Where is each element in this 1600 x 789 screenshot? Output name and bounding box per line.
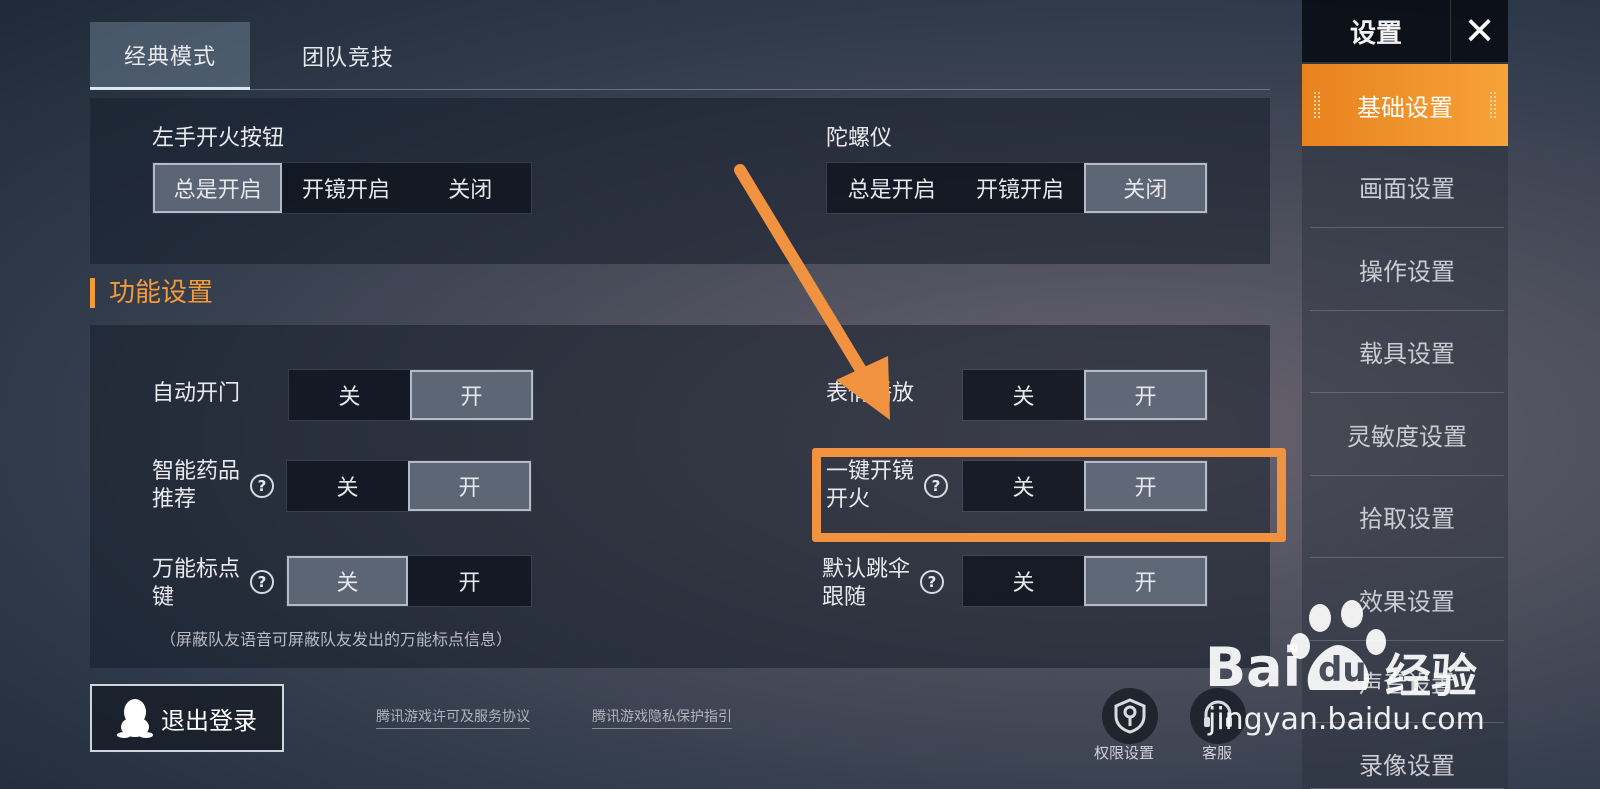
sidebar-item-pickup[interactable]: 拾取设置	[1310, 476, 1504, 558]
watermark-brand: Bai	[1205, 636, 1301, 699]
permissions-button[interactable]	[1102, 688, 1158, 744]
section-title: 功能设置	[90, 278, 213, 308]
close-icon: ✕	[1463, 9, 1496, 53]
logout-button[interactable]: 退出登录	[90, 684, 284, 752]
sidebar-item-controls[interactable]: 操作设置	[1310, 229, 1504, 311]
smart-medicine-label-line1: 智能药品	[152, 459, 241, 484]
sidebar-item-label: 基础设置	[1357, 93, 1453, 122]
follow-parachute-off[interactable]: 关	[963, 556, 1084, 606]
grip-left-icon	[1314, 92, 1320, 118]
auto-door-label: 自动开门	[152, 381, 241, 406]
smart-medicine-label-line2: 推荐	[152, 487, 197, 512]
emote-play-toggle: 关 开	[962, 369, 1208, 421]
universal-mark-off[interactable]: 关	[287, 556, 409, 606]
emote-play-on[interactable]: 开	[1083, 370, 1207, 420]
universal-mark-label-line2: 键	[152, 585, 175, 610]
follow-parachute-label-line2: 跟随	[822, 585, 867, 610]
key-shield-icon	[1114, 698, 1146, 734]
universal-mark-note: （屏蔽队友语音可屏蔽队友发出的万能标点信息）	[160, 630, 513, 649]
watermark-jingyan: 经验	[1385, 649, 1477, 703]
close-button[interactable]: ✕	[1450, 0, 1508, 62]
tab-team-deathmatch[interactable]: 团队竞技	[268, 22, 428, 90]
left-fire-scope-on[interactable]: 开镜开启	[282, 163, 410, 213]
universal-mark-toggle: 关 开	[286, 555, 532, 607]
smart-medicine-on[interactable]: 开	[407, 461, 531, 511]
left-fire-off[interactable]: 关闭	[409, 163, 531, 213]
auto-door-toggle: 关 开	[288, 369, 534, 421]
follow-parachute-help-icon[interactable]: ?	[920, 570, 944, 594]
privacy-guide-link[interactable]: 腾讯游戏隐私保护指引	[592, 706, 732, 729]
support-label: 客服	[1202, 744, 1233, 762]
emote-play-off[interactable]: 关	[963, 370, 1084, 420]
follow-parachute-label-line1: 默认跳伞	[822, 557, 911, 582]
follow-parachute-toggle: 关 开	[962, 555, 1208, 607]
sidebar-item-basic[interactable]: 基础设置	[1302, 64, 1508, 146]
left-fire-label: 左手开火按钮	[152, 126, 285, 151]
settings-title: 设置	[1302, 0, 1450, 62]
watermark-url: jingyan.baidu.com	[1208, 702, 1485, 737]
universal-mark-label-line1: 万能标点	[152, 557, 241, 582]
permissions-label: 权限设置	[1094, 744, 1155, 762]
tab-divider	[90, 89, 1270, 90]
annotation-highlight-box	[812, 448, 1286, 542]
follow-parachute-on[interactable]: 开	[1083, 556, 1207, 606]
annotation-arrow-icon	[734, 164, 890, 420]
smart-medicine-help-icon[interactable]: ?	[250, 474, 274, 498]
auto-door-off[interactable]: 关	[289, 370, 410, 420]
left-fire-always-on[interactable]: 总是开启	[153, 163, 283, 213]
universal-mark-on[interactable]: 开	[408, 556, 531, 606]
qq-penguin-icon	[117, 699, 153, 738]
watermark-du: du	[1318, 650, 1367, 690]
logout-label: 退出登录	[161, 706, 257, 735]
grip-right-icon	[1490, 92, 1496, 118]
universal-mark-help-icon[interactable]: ?	[250, 570, 274, 594]
sidebar-item-vehicle[interactable]: 载具设置	[1310, 311, 1504, 393]
auto-door-on[interactable]: 开	[409, 370, 533, 420]
sidebar-item-graphics[interactable]: 画面设置	[1310, 146, 1504, 228]
license-agreement-link[interactable]: 腾讯游戏许可及服务协议	[376, 706, 530, 729]
tab-classic-mode[interactable]: 经典模式	[90, 22, 250, 90]
smart-medicine-off[interactable]: 关	[287, 461, 408, 511]
gyroscope-label: 陀螺仪	[826, 126, 893, 151]
gyro-off[interactable]: 关闭	[1083, 163, 1207, 213]
sidebar-item-sensitivity[interactable]: 灵敏度设置	[1310, 394, 1504, 476]
gyro-scope-on[interactable]: 开镜开启	[956, 163, 1084, 213]
watermark-brand-text: Bai	[1205, 636, 1302, 699]
smart-medicine-toggle: 关 开	[286, 460, 532, 512]
left-fire-options: 总是开启 开镜开启 关闭	[152, 162, 532, 214]
